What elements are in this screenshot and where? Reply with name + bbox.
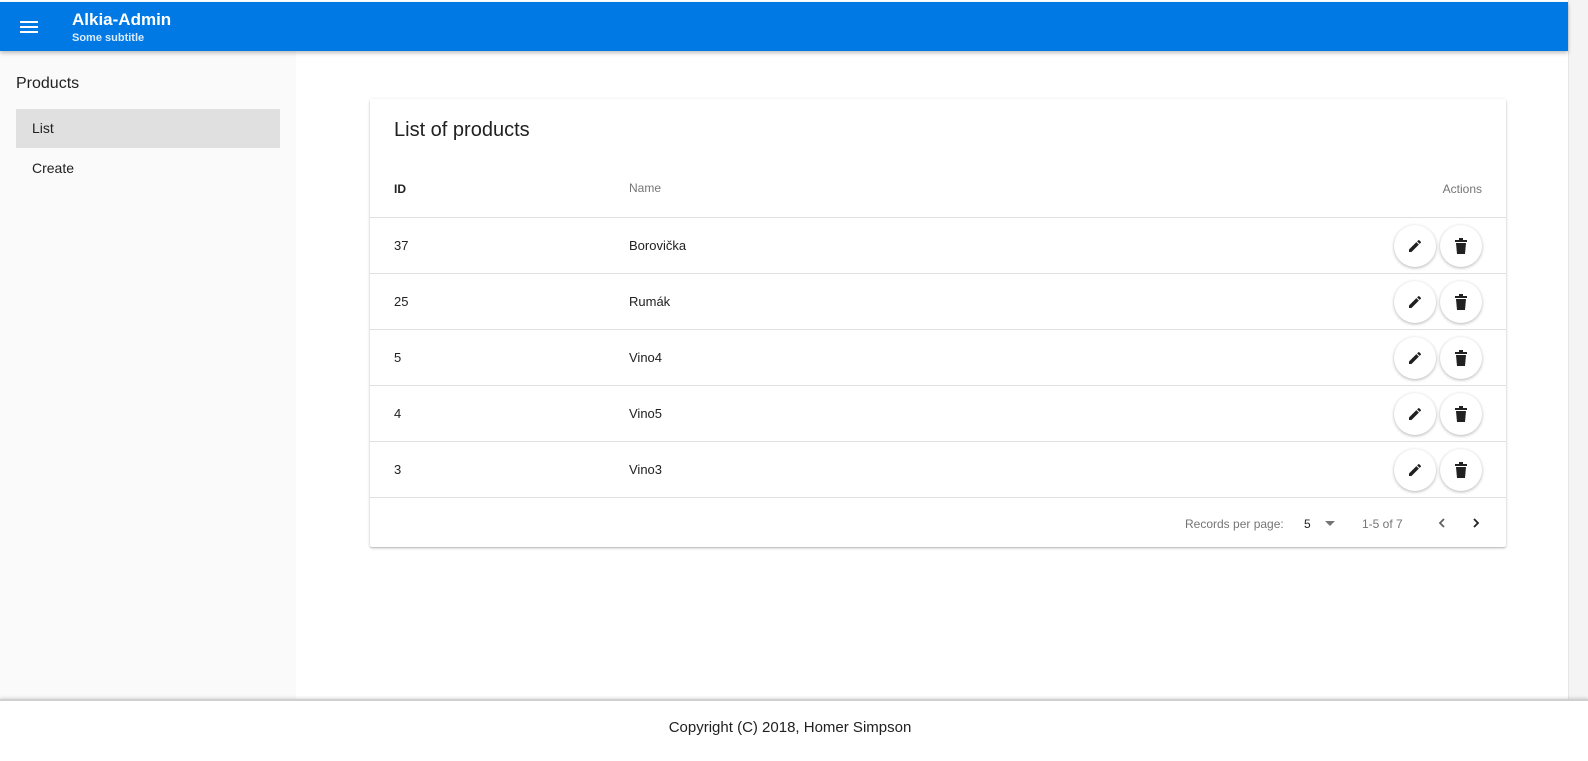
cell-name: Rumák	[629, 294, 671, 309]
delete-icon	[1455, 238, 1467, 254]
table-row: 37 Borovička	[370, 218, 1506, 274]
products-card: List of products ID Name Actions 37 Borov…	[370, 99, 1506, 547]
delete-icon	[1455, 294, 1467, 310]
table-row: 4 Vino5	[370, 386, 1506, 442]
edit-button[interactable]	[1394, 337, 1436, 379]
app-title: Alkia-Admin	[72, 10, 172, 29]
chevron-right-icon	[1473, 518, 1480, 528]
delete-button[interactable]	[1440, 337, 1482, 379]
edit-icon	[1409, 463, 1422, 476]
cell-name: Borovička	[629, 238, 687, 253]
edit-icon	[1409, 407, 1422, 420]
next-page-button[interactable]	[1464, 511, 1488, 535]
cell-id: 5	[394, 350, 402, 365]
table-row: 25 Rumák	[370, 274, 1506, 330]
column-header-name[interactable]: Name	[629, 181, 661, 195]
menu-icon	[20, 21, 38, 33]
row-actions	[1394, 281, 1482, 323]
row-actions	[1394, 393, 1482, 435]
row-actions	[1394, 225, 1482, 267]
copyright-text: Copyright (C) 2018, Homer Simpson	[668, 719, 912, 736]
cell-name: Vino3	[629, 462, 663, 477]
table-row: 5 Vino4	[370, 330, 1506, 386]
records-per-page-value: 5	[1304, 516, 1311, 531]
cell-name: Vino4	[629, 350, 663, 365]
cell-id: 3	[394, 462, 402, 477]
edit-button[interactable]	[1394, 393, 1436, 435]
cell-id: 4	[394, 406, 402, 421]
cell-name: Vino5	[629, 406, 663, 421]
delete-button[interactable]	[1440, 225, 1482, 267]
cell-id: 25	[394, 294, 409, 309]
delete-icon	[1455, 462, 1467, 478]
records-per-page-select[interactable]: 5	[1304, 513, 1335, 533]
column-header-actions: Actions	[1442, 182, 1482, 196]
sidebar: Products List Create	[0, 51, 296, 699]
table-pagination: Records per page: 5 1-5 of 7	[370, 499, 1506, 547]
scrollbar-track[interactable]	[1568, 0, 1588, 700]
sidebar-item-list[interactable]: List	[16, 109, 280, 148]
sidebar-item-create[interactable]: Create	[16, 149, 280, 188]
card-title: List of products	[394, 119, 530, 141]
menu-button[interactable]	[14, 12, 44, 42]
delete-button[interactable]	[1440, 449, 1482, 491]
delete-icon	[1455, 406, 1467, 422]
edit-icon	[1409, 239, 1422, 252]
column-header-id[interactable]: ID	[394, 182, 406, 196]
cell-id: 37	[394, 238, 409, 253]
app-toolbar: Alkia-Admin Some subtitle	[0, 2, 1568, 51]
app-subtitle: Some subtitle	[72, 32, 145, 44]
dropdown-caret-icon	[1325, 521, 1335, 526]
row-actions	[1394, 449, 1482, 491]
table-row: 3 Vino3	[370, 442, 1506, 498]
sidebar-heading: Products	[16, 75, 80, 92]
edit-button[interactable]	[1394, 281, 1436, 323]
edit-icon	[1409, 295, 1422, 308]
row-actions	[1394, 337, 1482, 379]
delete-icon	[1455, 350, 1467, 366]
records-per-page-label: Records per page:	[1185, 517, 1284, 531]
edit-button[interactable]	[1394, 449, 1436, 491]
pagination-range: 1-5 of 7	[1362, 517, 1403, 531]
page-footer: Copyright (C) 2018, Homer Simpson	[0, 699, 1588, 761]
previous-page-button[interactable]	[1430, 511, 1454, 535]
edit-button[interactable]	[1394, 225, 1436, 267]
edit-icon	[1409, 351, 1422, 364]
delete-button[interactable]	[1440, 393, 1482, 435]
app-root: Alkia-Admin Some subtitle Products List …	[0, 0, 1588, 761]
chevron-left-icon	[1438, 518, 1445, 528]
delete-button[interactable]	[1440, 281, 1482, 323]
